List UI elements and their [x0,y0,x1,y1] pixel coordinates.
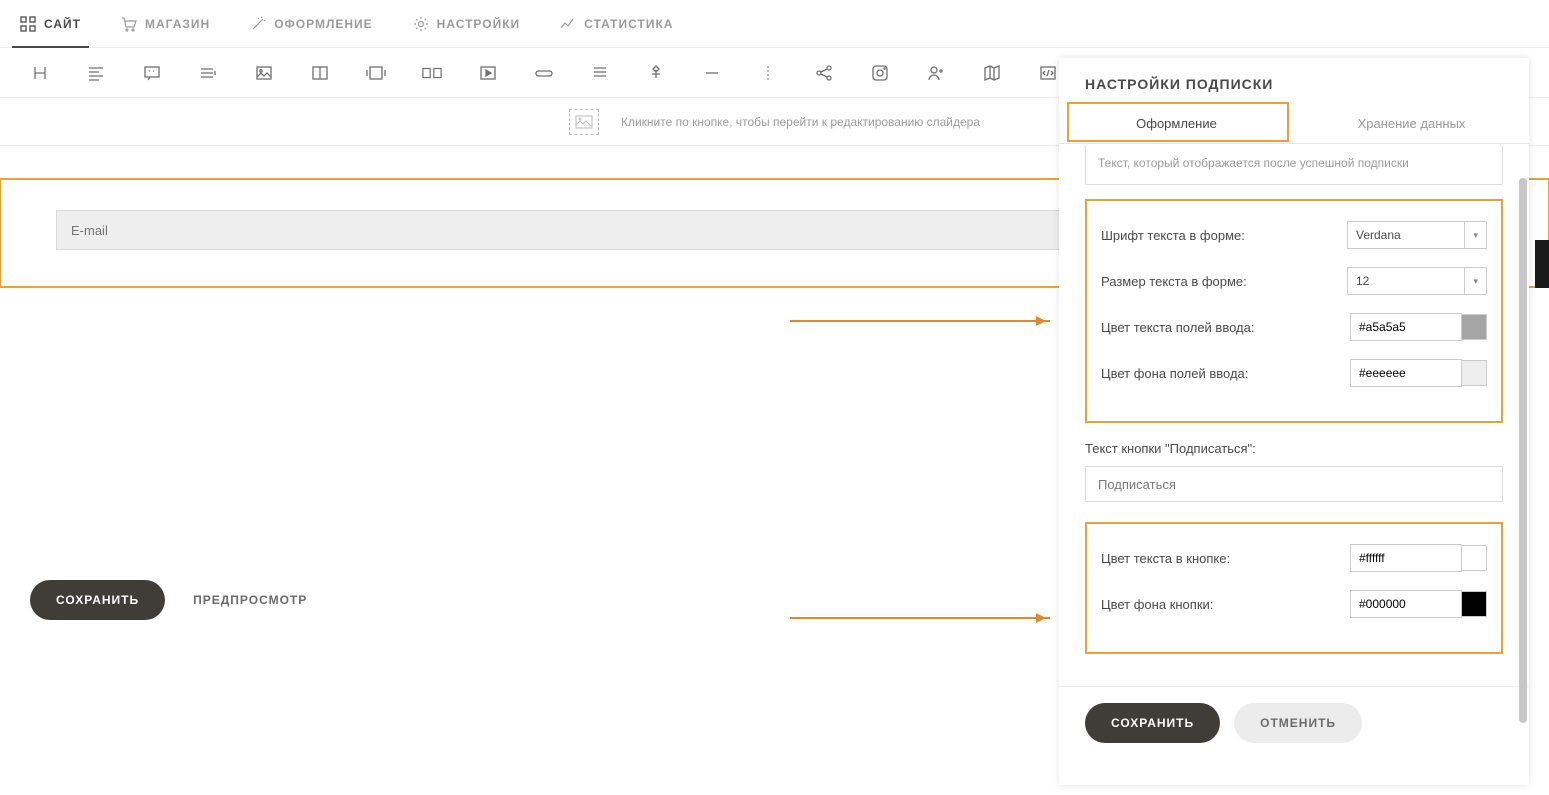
button-text-label: Текст кнопки "Подписаться": [1085,441,1503,456]
annotation-arrow [790,320,1050,322]
color-swatch[interactable] [1461,314,1487,340]
tab-storage[interactable]: Хранение данных [1294,104,1529,143]
subscribe-settings-panel: НАСТРОЙКИ ПОДПИСКИ Оформление Хранение д… [1059,58,1529,785]
slider-hint-text: Кликните по кнопке, чтобы перейти к реда… [621,115,980,129]
wand-icon [250,16,266,32]
button-bg-color-field [1350,590,1487,618]
nav-shop[interactable]: МАГАЗИН [121,1,210,47]
button-text-color-input[interactable] [1350,544,1462,572]
gallery-icon[interactable] [422,63,442,83]
cart-icon [121,16,137,32]
annotation-arrow [790,617,1050,619]
subscribe-button-edge [1535,240,1549,288]
anchor-icon[interactable] [646,63,666,83]
list-icon[interactable] [198,63,218,83]
input-bg-color-field [1350,359,1487,387]
input-text-color-field [1350,313,1487,341]
slider-icon[interactable] [366,63,386,83]
align-icon[interactable] [86,63,106,83]
input-bg-color-label: Цвет фона полей ввода: [1101,366,1248,381]
button-bg-color-label: Цвет фона кнопки: [1101,597,1213,612]
nav-label: МАГАЗИН [145,17,210,31]
panel-actions: СОХРАНИТЬ ОТМЕНИТЬ [1059,686,1529,763]
video-icon[interactable] [478,63,498,83]
panel-cancel-button[interactable]: ОТМЕНИТЬ [1234,703,1362,743]
image-icon[interactable] [254,63,274,83]
preview-link[interactable]: ПРЕДПРОСМОТР [193,593,307,607]
user-add-icon[interactable] [926,63,946,83]
image-split-icon[interactable] [310,63,330,83]
form-style-group: Шрифт текста в форме: Verdana ▾ Размер т… [1085,199,1503,423]
panel-body: Текст, который отображается после успешн… [1059,144,1529,686]
size-value: 12 [1356,274,1369,288]
size-label: Размер текста в форме: [1101,274,1247,289]
quote-icon[interactable] [142,63,162,83]
gear-icon [413,16,429,32]
attachment-icon[interactable] [534,63,554,83]
panel-title: НАСТРОЙКИ ПОДПИСКИ [1059,58,1529,104]
button-text-color-field [1350,544,1487,572]
chevron-down-icon: ▾ [1464,222,1478,248]
color-swatch[interactable] [1461,360,1487,386]
image-placeholder-icon [569,109,599,135]
size-select[interactable]: 12 ▾ [1347,267,1487,295]
page-actions: СОХРАНИТЬ ПРЕДПРОСМОТР [30,580,307,620]
divider-icon[interactable] [702,63,722,83]
separator-icon[interactable] [758,63,778,83]
nav-settings[interactable]: НАСТРОЙКИ [413,1,520,47]
font-label: Шрифт текста в форме: [1101,228,1245,243]
font-select[interactable]: Verdana ▾ [1347,221,1487,249]
panel-save-button[interactable]: СОХРАНИТЬ [1085,703,1220,743]
success-text-input[interactable]: Текст, который отображается после успешн… [1085,146,1503,185]
chevron-down-icon: ▾ [1464,268,1478,294]
nav-label: СТАТИСТИКА [584,17,673,31]
columns-icon[interactable] [590,63,610,83]
nav-label: ОФОРМЛЕНИЕ [274,17,372,31]
input-text-color-label: Цвет текста полей ввода: [1101,320,1254,335]
color-swatch[interactable] [1461,591,1487,617]
nav-site[interactable]: САЙТ [20,1,81,47]
font-value: Verdana [1356,228,1401,242]
button-text-color-label: Цвет текста в кнопке: [1101,551,1230,566]
input-text-color-input[interactable] [1350,313,1462,341]
panel-tabs: Оформление Хранение данных [1059,104,1529,144]
instagram-icon[interactable] [870,63,890,83]
scrollbar-thumb[interactable] [1519,178,1527,723]
tab-design[interactable]: Оформление [1059,104,1294,143]
button-style-group: Цвет текста в кнопке: Цвет фона кнопки: [1085,522,1503,654]
share-icon[interactable] [814,63,834,83]
input-bg-color-input[interactable] [1350,359,1462,387]
button-bg-color-input[interactable] [1350,590,1462,618]
nav-label: НАСТРОЙКИ [437,17,520,31]
nav-stats[interactable]: СТАТИСТИКА [560,1,673,47]
stats-icon [560,16,576,32]
code-icon[interactable] [1038,63,1058,83]
top-nav: САЙТ МАГАЗИН ОФОРМЛЕНИЕ НАСТРОЙКИ СТАТИС… [0,0,1549,48]
nav-label: САЙТ [44,17,81,31]
nav-design[interactable]: ОФОРМЛЕНИЕ [250,1,372,47]
heading-icon[interactable] [30,63,50,83]
color-swatch[interactable] [1461,545,1487,571]
grid-icon [20,16,36,32]
map-icon[interactable] [982,63,1002,83]
button-text-input[interactable] [1085,466,1503,502]
save-page-button[interactable]: СОХРАНИТЬ [30,580,165,620]
